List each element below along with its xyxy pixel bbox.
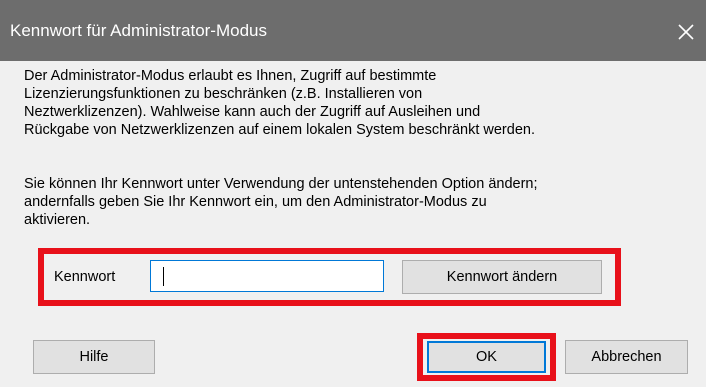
description-line: Der Administrator-Modus erlaubt es Ihnen…: [24, 68, 437, 84]
change-password-button[interactable]: Kennwort ändern: [402, 260, 602, 294]
dialog-window: Kennwort für Administrator-Modus Der Adm…: [0, 0, 706, 387]
description-line: Neztwerklizenzen). Wahlweise kann auch d…: [24, 104, 481, 120]
description-paragraph-1: Der Administrator-Modus erlaubt es Ihnen…: [24, 67, 535, 139]
description-line: Lizenzierungsfunktionen zu beschränken (…: [24, 86, 423, 102]
help-button[interactable]: Hilfe: [33, 340, 155, 374]
close-icon: [678, 24, 694, 40]
description-paragraph-2: Sie können Ihr Kennwort unter Verwendung…: [24, 175, 538, 229]
text-caret: [163, 267, 164, 286]
close-button[interactable]: [666, 12, 706, 52]
password-row-highlight: Kennwort Kennwort ändern: [38, 248, 621, 306]
password-input[interactable]: [150, 260, 384, 292]
ok-button-highlight: OK: [417, 333, 556, 381]
description-line: andernfalls geben Sie Ihr Kennwort ein, …: [24, 194, 487, 210]
title-bar: Kennwort für Administrator-Modus: [0, 0, 706, 61]
dialog-content: Der Administrator-Modus erlaubt es Ihnen…: [0, 61, 706, 387]
description-line: Rückgabe von Netzwerklizenzen auf einem …: [24, 122, 535, 138]
cancel-button[interactable]: Abbrechen: [565, 340, 688, 374]
ok-button[interactable]: OK: [427, 341, 546, 373]
password-label: Kennwort: [54, 269, 116, 285]
description-line: Sie können Ihr Kennwort unter Verwendung…: [24, 176, 538, 192]
description-line: aktivieren.: [24, 212, 91, 228]
dialog-title: Kennwort für Administrator-Modus: [10, 21, 267, 40]
